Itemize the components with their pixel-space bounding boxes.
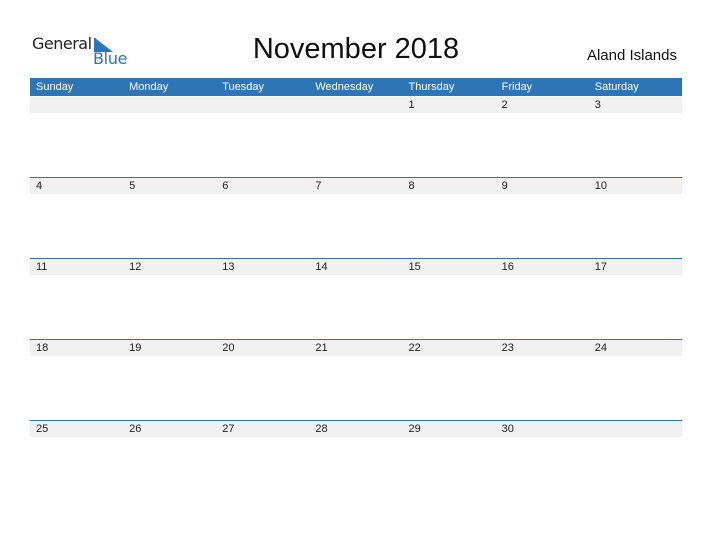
day-cell: 4 (36, 180, 43, 192)
day-cell: 5 (129, 180, 136, 192)
day-cell: 21 (315, 342, 328, 354)
weekday-header: Sunday Monday Tuesday Wednesday Thursday… (30, 78, 682, 96)
day-cell: 26 (129, 423, 142, 435)
day-cell: 15 (408, 261, 421, 273)
weekday-friday: Friday (501, 81, 533, 93)
day-cell: 24 (594, 342, 607, 354)
weekday-saturday: Saturday (594, 81, 639, 93)
day-cell: 16 (501, 261, 514, 273)
day-cell: 23 (501, 342, 514, 354)
day-cell: 18 (36, 342, 49, 354)
day-cell: 27 (222, 423, 235, 435)
country-name: Aland Islands (586, 47, 677, 64)
day-cell: 19 (129, 342, 142, 354)
day-cell (123, 97, 216, 113)
day-cell: 17 (594, 261, 607, 273)
weekday-tuesday: Tuesday (222, 81, 265, 93)
day-cell (309, 97, 402, 113)
day-cell (589, 421, 682, 437)
day-cell: 29 (408, 423, 421, 435)
day-cell: 22 (408, 342, 421, 354)
day-cell: 7 (315, 180, 322, 192)
day-cell: 13 (222, 261, 235, 273)
day-cell (30, 97, 123, 113)
day-cell: 28 (315, 423, 328, 435)
day-cell: 6 (222, 180, 229, 192)
day-cell: 14 (315, 261, 328, 273)
weekday-wednesday: Wednesday (315, 81, 374, 93)
day-cell: 8 (408, 180, 415, 192)
day-cell: 2 (501, 99, 508, 111)
day-cell: 11 (36, 261, 48, 273)
day-cell: 20 (222, 342, 235, 354)
weekday-thursday: Thursday (408, 81, 455, 93)
day-cell: 10 (594, 180, 607, 192)
day-cell: 3 (594, 99, 601, 111)
day-cell: 12 (129, 261, 142, 273)
week-row-2: 4 5 6 7 8 9 10 (30, 177, 682, 194)
weekday-sunday: Sunday (36, 81, 74, 93)
week-row-4: 18 19 20 21 22 23 24 (30, 339, 682, 356)
week-row-1: 1 2 3 (30, 97, 682, 113)
day-cell: 25 (36, 423, 49, 435)
day-cell (216, 97, 309, 113)
week-row-3: 11 12 13 14 15 16 17 (30, 258, 682, 275)
day-cell: 9 (501, 180, 508, 192)
weekday-monday: Monday (129, 81, 169, 93)
day-cell: 30 (501, 423, 514, 435)
week-row-5: 25 26 27 28 29 30 (30, 420, 682, 437)
day-cell: 1 (408, 99, 415, 111)
